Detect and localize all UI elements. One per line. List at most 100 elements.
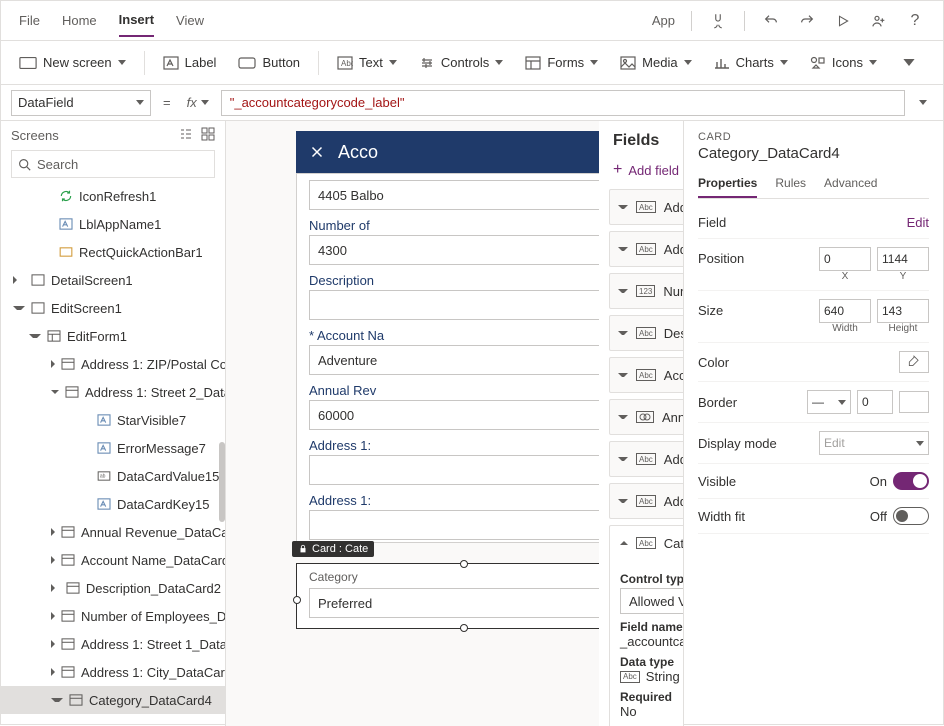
tree-item[interactable]: Category_DataCard4 xyxy=(1,686,225,714)
tab-rules[interactable]: Rules xyxy=(775,172,806,198)
play-icon[interactable] xyxy=(833,11,853,31)
visible-toggle[interactable] xyxy=(893,472,929,490)
field-input[interactable] xyxy=(309,510,618,540)
divider xyxy=(744,11,745,31)
displaymode-select[interactable]: Edit xyxy=(819,431,929,455)
tree-item[interactable]: IconRefresh1 xyxy=(1,182,225,210)
field-card[interactable]: AbcAddress 1: Street 1 xyxy=(609,231,683,267)
tab-advanced[interactable]: Advanced xyxy=(824,172,877,198)
app-checker-icon[interactable] xyxy=(708,11,728,31)
field-card[interactable]: AbcAddress 1: Street 2 xyxy=(609,441,683,477)
tree-item[interactable]: LblAppName1 xyxy=(1,210,225,238)
media-label: Media xyxy=(642,55,677,70)
field-card-expanded[interactable]: AbcCategory⋯Control typeAllowed ValuesFi… xyxy=(609,525,683,726)
chevron-down-icon xyxy=(618,247,628,251)
field-input[interactable]: Adventure xyxy=(309,345,618,375)
formula-input[interactable]: "_accountcategorycode_label" xyxy=(221,90,905,116)
position-x-input[interactable]: 0 xyxy=(819,247,871,271)
menu-insert[interactable]: Insert xyxy=(119,4,154,37)
type-badge xyxy=(636,411,654,423)
thumb-view-icon[interactable] xyxy=(201,127,215,144)
property-select[interactable]: DataField xyxy=(11,90,151,116)
help-icon[interactable]: ? xyxy=(905,11,925,31)
field-input[interactable]: 4300 xyxy=(309,235,618,265)
new-screen-button[interactable]: New screen xyxy=(11,49,134,76)
field-label: Address 1: xyxy=(309,493,618,508)
menu-home[interactable]: Home xyxy=(62,5,97,36)
tree-search[interactable]: Search xyxy=(11,150,215,178)
field-card[interactable]: AbcAccount Name xyxy=(609,357,683,393)
border-width-input[interactable]: 0 xyxy=(857,390,893,414)
tree-item[interactable]: Address 1: Street 2_DataCar xyxy=(1,378,225,406)
rect-icon xyxy=(59,245,73,259)
tree-item-label: EditScreen1 xyxy=(51,301,122,316)
tree-item[interactable]: DataCardKey15 xyxy=(1,490,225,518)
field-input[interactable]: 4405 Balbo xyxy=(309,180,618,210)
tree-item[interactable]: Number of Employees_Data xyxy=(1,602,225,630)
formula-expand[interactable] xyxy=(913,100,933,105)
media-menu[interactable]: Media xyxy=(612,49,699,76)
controls-menu[interactable]: Controls xyxy=(411,49,511,76)
canvas[interactable]: Acco 4405 Balbo Number of4300Description… xyxy=(226,121,683,726)
label-button[interactable]: Label xyxy=(155,49,225,76)
tree-item[interactable]: EditForm1 xyxy=(1,322,225,350)
tree-item[interactable]: Address 1: City_DataCard2 xyxy=(1,658,225,686)
redo-icon[interactable] xyxy=(797,11,817,31)
tree-item[interactable]: Description_DataCard2 xyxy=(1,574,225,602)
button-button[interactable]: Button xyxy=(230,49,308,76)
field-card[interactable]: AbcAddress 1: City xyxy=(609,189,683,225)
form-icon xyxy=(47,329,61,343)
field-card[interactable]: Annual Revenue xyxy=(609,399,683,435)
field-card[interactable]: AbcAddress 1: ZIP/Postal Code xyxy=(609,483,683,519)
height-input[interactable]: 143 xyxy=(877,299,929,323)
icons-menu[interactable]: Icons xyxy=(802,49,885,76)
tree-view-icon[interactable] xyxy=(179,127,193,144)
field-input[interactable] xyxy=(309,455,618,485)
equals-label: = xyxy=(159,95,175,110)
forms-menu[interactable]: Forms xyxy=(517,49,606,76)
tree-item-label: DataCardKey15 xyxy=(117,497,210,512)
form-header[interactable]: Acco xyxy=(296,131,631,173)
field-card[interactable]: 123Number of Employees xyxy=(609,273,683,309)
input-icon: ab xyxy=(97,469,111,483)
width-input[interactable]: 640 xyxy=(819,299,871,323)
tree-item[interactable]: abDataCardValue15 xyxy=(1,462,225,490)
category-input[interactable]: Preferred xyxy=(309,588,618,618)
tree-item[interactable]: StarVisible7 xyxy=(1,406,225,434)
tree-item[interactable]: RectQuickActionBar1 xyxy=(1,238,225,266)
text-menu[interactable]: Abc Text xyxy=(329,49,405,76)
border-color-swatch[interactable] xyxy=(899,391,929,413)
field-input[interactable]: 60000 xyxy=(309,400,618,430)
tab-properties[interactable]: Properties xyxy=(698,172,757,198)
tree-item[interactable]: Address 1: ZIP/Postal Code_ xyxy=(1,350,225,378)
tree-item[interactable]: Annual Revenue_DataCard2 xyxy=(1,518,225,546)
close-icon[interactable] xyxy=(308,143,326,161)
toolbar-expand[interactable] xyxy=(897,54,921,71)
field-card[interactable]: AbcDescription xyxy=(609,315,683,351)
field-edit-link[interactable]: Edit xyxy=(907,215,929,230)
tree-item[interactable]: Account Name_DataCard2 xyxy=(1,546,225,574)
tree-item-label: Annual Revenue_DataCard2 xyxy=(81,525,225,540)
share-icon[interactable] xyxy=(869,11,889,31)
visible-value: On xyxy=(870,474,887,489)
button-label: Button xyxy=(262,55,300,70)
undo-icon[interactable] xyxy=(761,11,781,31)
card-title: Category_DataCard4 xyxy=(698,145,929,162)
position-y-input[interactable]: 1144 xyxy=(877,247,929,271)
field-input[interactable] xyxy=(309,290,618,320)
border-style-select[interactable]: — xyxy=(807,390,851,414)
tree-item[interactable]: EditScreen1 xyxy=(1,294,225,322)
menu-file[interactable]: File xyxy=(19,5,40,36)
widthfit-toggle[interactable] xyxy=(893,507,929,525)
tree-item[interactable]: ErrorMessage7 xyxy=(1,434,225,462)
tree-item[interactable]: DetailScreen1 xyxy=(1,266,225,294)
add-field-button[interactable]: + Add field xyxy=(613,161,679,179)
tree-item[interactable]: Address 1: Street 1_DataCar xyxy=(1,630,225,658)
menu-view[interactable]: View xyxy=(176,5,204,36)
fx-button[interactable]: fx xyxy=(183,95,213,110)
tree-view[interactable]: IconRefresh1LblAppName1RectQuickActionBa… xyxy=(1,182,225,726)
control-type-select[interactable]: Allowed Values xyxy=(620,588,683,614)
scrollbar[interactable] xyxy=(219,442,225,522)
charts-menu[interactable]: Charts xyxy=(706,49,796,76)
color-swatch[interactable] xyxy=(899,351,929,373)
